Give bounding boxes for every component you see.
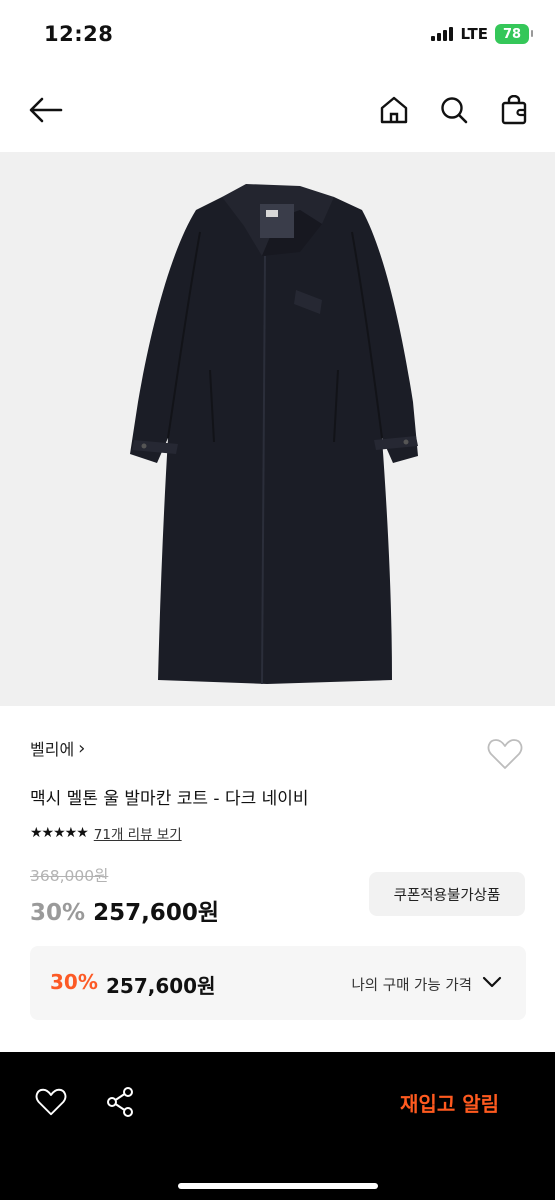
brand-link[interactable]: 벨리에 › bbox=[30, 736, 85, 760]
chevron-right-icon: › bbox=[78, 737, 86, 759]
network-label: LTE bbox=[460, 25, 488, 43]
review-link[interactable]: 71개 리뷰 보기 bbox=[94, 823, 182, 843]
home-indicator bbox=[178, 1183, 378, 1189]
battery-level: 78 bbox=[502, 26, 522, 42]
share-button[interactable] bbox=[102, 1084, 138, 1120]
battery-icon: 78 bbox=[495, 24, 533, 44]
star-rating: ★★★★★ bbox=[30, 825, 89, 841]
bottom-action-bar: 재입고 알림 bbox=[0, 1052, 555, 1200]
search-icon bbox=[441, 97, 468, 124]
status-bar: 12:28 LTE 78 bbox=[0, 0, 555, 70]
my-price-box[interactable]: 30% 257,600원 나의 구매 가능 가격 bbox=[30, 946, 526, 1020]
my-price: 257,600원 bbox=[106, 974, 216, 998]
back-button[interactable] bbox=[24, 80, 68, 140]
rating-row: ★★★★★ 71개 리뷰 보기 bbox=[30, 823, 182, 843]
expand-my-price-button[interactable] bbox=[480, 970, 504, 994]
search-button[interactable] bbox=[432, 80, 476, 140]
signal-icon bbox=[431, 27, 454, 41]
status-indicators: LTE 78 bbox=[431, 24, 533, 44]
brand-name: 벨리에 bbox=[30, 740, 75, 759]
home-button[interactable] bbox=[372, 80, 416, 140]
chevron-down-icon bbox=[482, 976, 502, 988]
wishlist-button[interactable] bbox=[485, 734, 525, 774]
shopping-bag-icon bbox=[501, 95, 527, 125]
original-price: 368,000원 bbox=[30, 867, 109, 885]
product-image[interactable] bbox=[0, 152, 555, 706]
product-name: 맥시 멜톤 울 발마칸 코트 - 다크 네이비 bbox=[30, 789, 309, 809]
price-row: 30% 257,600원 bbox=[30, 893, 219, 927]
cart-button[interactable] bbox=[492, 80, 536, 140]
arrow-left-icon bbox=[29, 97, 63, 123]
my-price-label: 나의 구매 가능 가격 bbox=[351, 978, 472, 994]
status-time: 12:28 bbox=[44, 22, 114, 46]
discount-rate: 30% bbox=[30, 900, 86, 926]
my-discount-rate: 30% bbox=[50, 970, 98, 994]
home-icon bbox=[380, 96, 408, 124]
coupon-badge: 쿠폰적용불가상품 bbox=[369, 872, 525, 916]
sale-price: 257,600원 bbox=[93, 900, 219, 926]
top-nav bbox=[0, 80, 555, 140]
heart-icon bbox=[35, 1088, 67, 1116]
coat-illustration bbox=[130, 184, 418, 685]
bottom-wishlist-button[interactable] bbox=[33, 1084, 69, 1120]
restock-alert-button[interactable]: 재입고 알림 bbox=[400, 1088, 499, 1117]
heart-icon bbox=[487, 739, 523, 769]
share-icon bbox=[107, 1087, 133, 1117]
